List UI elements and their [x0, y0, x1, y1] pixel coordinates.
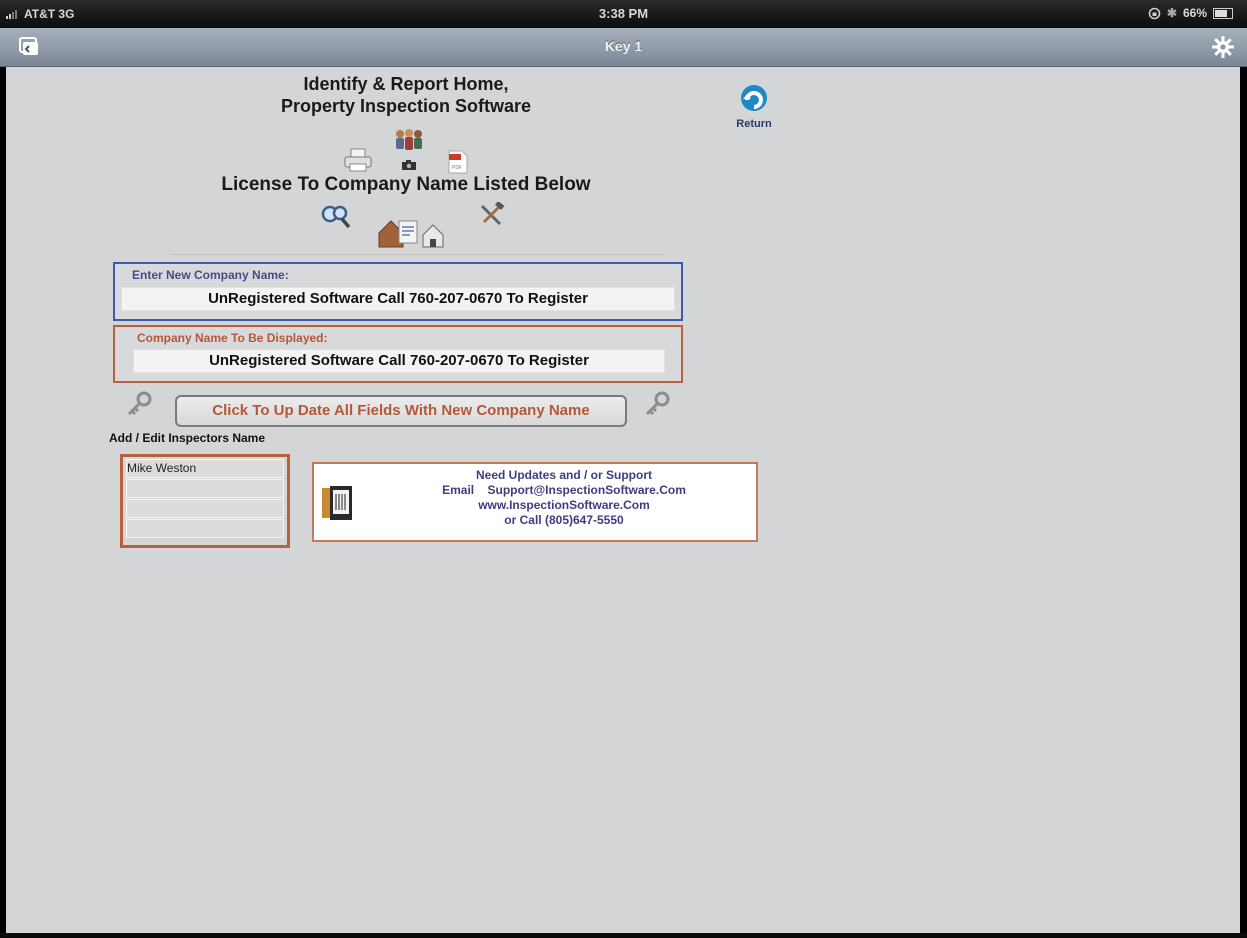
support-panel: Need Updates and / or Support Email Supp… [312, 462, 758, 542]
divider [170, 254, 664, 255]
inspectors-label: Add / Edit Inspectors Name [109, 431, 266, 445]
return-arrow-icon [741, 85, 767, 111]
camera-icon [402, 160, 416, 170]
return-button[interactable]: Return [728, 83, 780, 130]
support-email-link[interactable]: Support@InspectionSoftware.Com [487, 483, 685, 497]
support-text: Need Updates and / or Support Email Supp… [374, 468, 754, 528]
battery-icon [1213, 7, 1233, 19]
inspectors-list: Mike Weston [120, 454, 290, 548]
support-email-row: Email Support@InspectionSoftware.Com [374, 483, 754, 498]
bottom-bezel [0, 933, 1247, 938]
new-company-name-input[interactable]: UnRegistered Software Call 760-207-0670 … [121, 287, 675, 311]
displayed-company-name-label: Company Name To Be Displayed: [137, 331, 328, 345]
app-title-line1: Identify & Report Home, [303, 74, 509, 94]
inspector-name-field[interactable] [126, 479, 284, 498]
displayed-company-name-panel: Company Name To Be Displayed: UnRegister… [113, 325, 683, 383]
app-title-line2: Property Inspection Software [280, 96, 532, 116]
tools-icon [480, 202, 505, 226]
inspector-name-field[interactable] [126, 519, 284, 538]
key-icon[interactable] [125, 391, 153, 419]
battery-fill [1215, 9, 1227, 17]
svg-text:PDF: PDF [452, 165, 462, 171]
inspector-name-field[interactable] [126, 499, 284, 518]
battery-label: 66% [1182, 6, 1207, 20]
main-content: Identify & Report Home, Property Inspect… [6, 67, 1240, 933]
new-company-name-label: Enter New Company Name: [132, 268, 289, 282]
support-email-label: Email [442, 483, 475, 497]
pdf-icon: PDF [448, 150, 468, 174]
status-time: 3:38 PM [598, 6, 649, 21]
rotation-lock-icon [1148, 7, 1161, 19]
support-website-link[interactable]: www.InspectionSoftware.Com [374, 498, 754, 513]
return-label: Return [736, 118, 772, 130]
status-bar: AT&T 3G 3:38 PM ✱ 66% [0, 0, 1247, 28]
inspector-name-field[interactable]: Mike Weston [126, 459, 284, 478]
displayed-company-name-field[interactable]: UnRegistered Software Call 760-207-0670 … [133, 349, 665, 373]
people-icon [396, 129, 422, 150]
navigation-bar: Key 1 [0, 28, 1247, 67]
magnifier-icon [321, 205, 351, 229]
update-all-fields-button[interactable]: Click To Up Date All Fields With New Com… [175, 395, 627, 427]
support-phone[interactable]: or Call (805)647-5550 [374, 513, 754, 528]
status-right: ✱ 66% [1148, 6, 1233, 20]
ipad-screen: AT&T 3G 3:38 PM ✱ 66% Key 1 Identify & R… [0, 0, 1247, 938]
nav-title: Key 1 [604, 38, 643, 54]
printer-icon [344, 148, 372, 172]
gear-icon[interactable] [1211, 35, 1235, 59]
license-title: License To Company Name Listed Below [221, 174, 591, 195]
key-icon[interactable] [643, 391, 671, 419]
bluetooth-icon: ✱ [1166, 6, 1177, 20]
phone-book-icon [322, 486, 352, 520]
app-title: Identify & Report Home, Property Inspect… [186, 73, 626, 117]
new-company-name-panel: Enter New Company Name: UnRegistered Sof… [113, 262, 683, 321]
support-line1: Need Updates and / or Support [475, 468, 652, 482]
houses-icon [378, 220, 444, 248]
